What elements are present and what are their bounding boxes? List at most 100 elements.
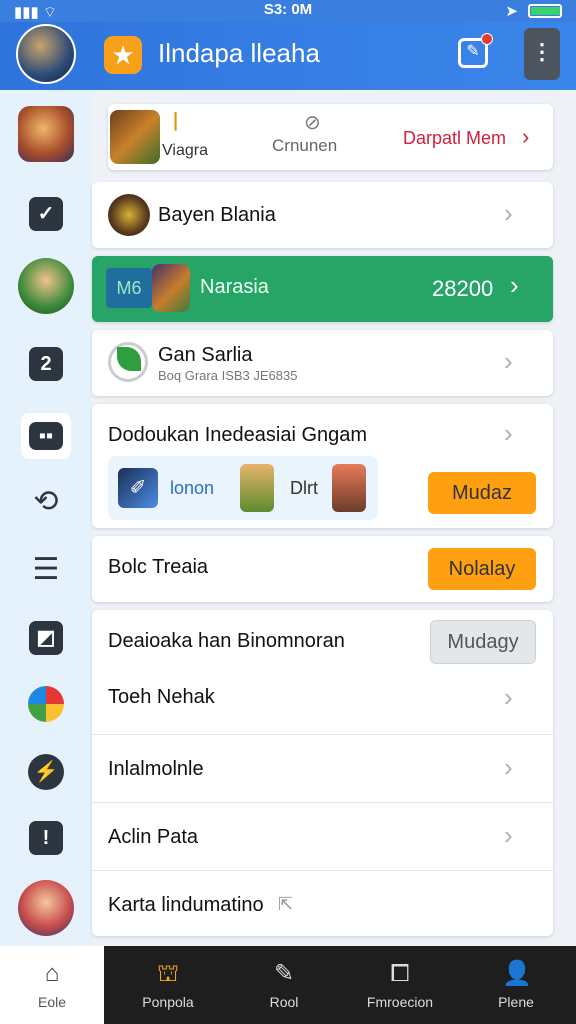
list-item[interactable]: Toeh Nehak ›	[92, 676, 553, 734]
row-link[interactable]: Darpatl Mem	[403, 128, 506, 149]
list-item[interactable]: Karta lindumatino ⇱	[92, 872, 553, 936]
sidebar-item-list[interactable]: ☰	[18, 542, 74, 598]
checkbox-icon: ✓	[29, 197, 63, 231]
app-title: Ilndapa lleaha	[158, 38, 320, 68]
location-icon: ➤	[505, 3, 518, 20]
game-thumbnail	[152, 264, 190, 312]
row-label: Narasia	[200, 276, 269, 298]
notification-icon: ⧠	[390, 960, 410, 987]
bottom-tab-bar: ⌂ Eole ⛫ Ponpola ✎ Rool ⧠ Fmroecion 👤 Pl…	[0, 946, 576, 1024]
row-label: Inlalmolnle	[108, 758, 204, 780]
game-avatar-icon	[18, 258, 74, 314]
row-label: Bolc Treaia	[108, 556, 209, 578]
row-mid-text: Crnunen	[272, 136, 338, 155]
panel-label: lonon	[170, 478, 215, 498]
list-item[interactable]: ❘ Viagra ⊘ Crnunen Darpatl Mem ›	[108, 104, 553, 170]
tab-home[interactable]: ⌂ Eole	[0, 946, 104, 1024]
divider	[92, 870, 553, 871]
game-avatar-icon	[18, 880, 74, 936]
game-avatar-icon	[18, 106, 74, 162]
secondary-button[interactable]: Mudagy	[430, 620, 536, 664]
action-button[interactable]: Mudaz	[428, 472, 536, 514]
tab-shop[interactable]: ⛫ Ponpola	[110, 946, 226, 1024]
sidebar-item-check[interactable]: ✓	[18, 186, 74, 242]
sidebar-item-sync[interactable]: ⟲	[18, 474, 74, 530]
cursor-icon: ⇱	[278, 894, 294, 914]
sidebar-item-avatar-1[interactable]	[18, 106, 74, 162]
sidebar-item-avatar-2[interactable]	[18, 258, 74, 314]
row-label: Dodoukan Inedeasiai Gngam	[108, 424, 368, 446]
tab-tools[interactable]: ✎ Rool	[232, 946, 336, 1024]
home-icon: ⌂	[44, 960, 60, 987]
sidebar-item-color-wheel[interactable]	[18, 676, 74, 732]
action-button[interactable]: Nolalay	[428, 548, 536, 590]
game-thumbnail	[108, 194, 150, 236]
chevron-right-icon: ›	[510, 270, 519, 300]
list-icon: ☰	[32, 553, 60, 586]
row-label: Bayen Blania	[158, 204, 276, 226]
star-icon[interactable]: ★	[104, 36, 142, 74]
image-icon: ◩	[29, 621, 63, 655]
briefcase-icon: ▪▪	[29, 422, 63, 450]
app-icon: ✐	[118, 468, 158, 508]
row-label: Gan Sarlia	[158, 344, 253, 366]
row-tag: M6	[106, 268, 152, 308]
status-bar: ▮▮▮ ⌔ S3: 0M ➤	[0, 0, 576, 22]
settings-group: Deaioaka han Binomnoran Mudagy Toeh Neha…	[92, 610, 553, 936]
user-avatar[interactable]	[16, 24, 76, 84]
divider	[92, 734, 553, 735]
row-label: Deaioaka han Binomnoran	[108, 630, 345, 652]
character-icon	[332, 464, 366, 512]
color-wheel-icon	[28, 686, 64, 722]
game-thumbnail	[110, 110, 160, 164]
list-item-highlighted[interactable]: M6 Narasia 28200 ›	[92, 256, 553, 322]
pin-icon: ❘	[168, 110, 184, 130]
row-label: Aclin Pata	[108, 826, 199, 848]
tab-profile[interactable]: 👤 Plene	[464, 946, 568, 1024]
tab-label: Ponpola	[142, 994, 194, 1010]
sidebar-item-lightning[interactable]: ⚡	[18, 744, 74, 800]
chevron-right-icon: ›	[522, 124, 530, 149]
tool-icon: ✎	[273, 960, 295, 987]
status-time: S3: 0M	[263, 1, 313, 18]
block-icon: ⊘	[304, 112, 321, 134]
list-item[interactable]: Gan Sarlia Boq Grara ISB3 JE6835 ›	[92, 330, 553, 396]
chevron-right-icon: ›	[504, 820, 513, 850]
list-item[interactable]: Aclin Pata ›	[92, 804, 553, 870]
chevron-right-icon: ›	[504, 682, 513, 712]
notification-dot	[481, 33, 493, 45]
clipboard-icon: !	[29, 821, 63, 855]
tab-label: Eole	[37, 994, 67, 1010]
list-item-expanded[interactable]: Dodoukan Inedeasiai Gngam › ✐ lonon Dlrt…	[92, 404, 553, 528]
code-icon: 2	[29, 347, 63, 381]
tab-label: Rool	[269, 994, 299, 1010]
sidebar-item-avatar-3[interactable]	[18, 880, 74, 936]
more-menu-button[interactable]: ⋮	[524, 28, 560, 80]
list-item[interactable]: Bolc Treaia Nolalay	[92, 536, 553, 602]
row-subtext: Boq Grara ISB3 JE6835	[158, 368, 298, 383]
chevron-right-icon: ›	[504, 346, 513, 376]
chevron-right-icon: ›	[504, 198, 513, 228]
list-item[interactable]: Bayen Blania ›	[92, 182, 553, 248]
battery-icon	[528, 4, 562, 18]
tab-notifications[interactable]: ⧠ Fmroecion	[342, 946, 458, 1024]
sidebar-item-image[interactable]: ◩	[18, 610, 74, 666]
tab-label: Fmroecion	[366, 994, 434, 1010]
sidebar-item-code[interactable]: 2	[18, 336, 74, 392]
profile-icon: 👤	[502, 960, 532, 987]
sync-icon: ⟲	[33, 485, 59, 518]
compose-button[interactable]: ✎	[458, 33, 493, 68]
main-list: ❘ Viagra ⊘ Crnunen Darpatl Mem › Bayen B…	[92, 90, 576, 946]
character-icon	[240, 464, 274, 512]
list-item[interactable]: Inlalmolnle ›	[92, 736, 553, 802]
chevron-right-icon: ›	[504, 752, 513, 782]
chevron-right-icon: ›	[504, 418, 513, 448]
embedded-panel[interactable]: ✐ lonon Dlrt	[108, 456, 378, 520]
sidebar-item-clipboard[interactable]: !	[18, 810, 74, 866]
panel-text: Dlrt	[290, 478, 318, 498]
row-value: 28200	[432, 276, 494, 301]
row-label: Karta lindumatino	[108, 894, 264, 916]
sidebar-item-briefcase[interactable]: ▪▪	[18, 408, 74, 464]
leaf-icon	[108, 342, 148, 382]
sidebar: ✓ 2 ▪▪ ⟲ ☰ ◩ ⚡ !	[0, 90, 92, 946]
